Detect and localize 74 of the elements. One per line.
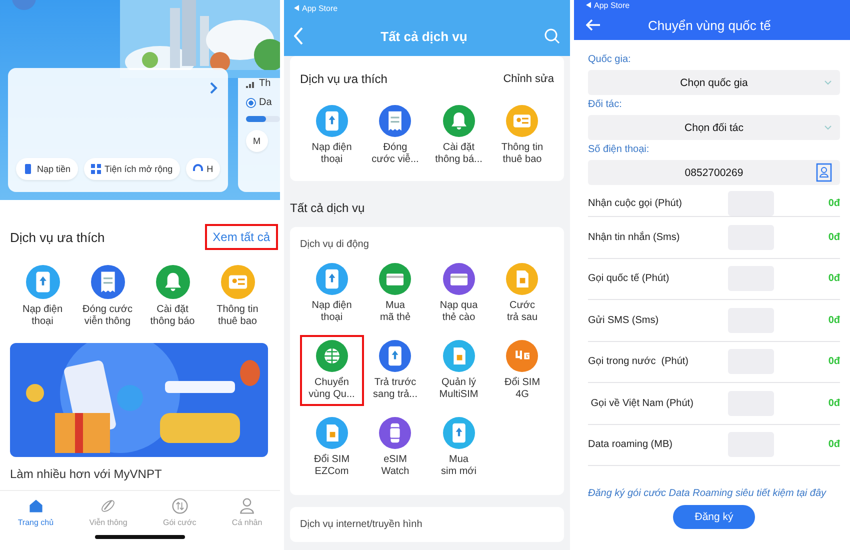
row-label: Gọi quốc tế (Phút): [588, 273, 670, 284]
row-label: Nhận cuộc gọi (Phút): [588, 198, 683, 209]
service-label[interactable]: Thông tin thuê bao: [501, 142, 544, 166]
card-title: Th: [259, 78, 271, 89]
register-button[interactable]: Đăng ký: [673, 505, 755, 529]
price: 0đ: [828, 356, 840, 368]
service-label[interactable]: Mua mã thẻ: [380, 300, 411, 324]
back-triangle-icon: [586, 2, 591, 8]
section-title: Tất cả dịch vụ: [290, 201, 366, 215]
section-title: Làm nhiều hơn với MyVNPT: [10, 467, 163, 481]
quick-action-button[interactable]: Tiện ích mở rộng: [84, 158, 180, 180]
back-arrow-icon[interactable]: [586, 19, 600, 31]
row-label: Data roaming (MB): [588, 439, 674, 450]
quick-action-button[interactable]: H: [186, 158, 220, 180]
service-label[interactable]: Nạp qua thẻ cào: [440, 300, 478, 324]
search-icon[interactable]: [544, 28, 560, 44]
back-triangle-icon: [294, 5, 299, 11]
row-label: Gọi về Việt Nam (Phút): [590, 398, 694, 409]
promo-link[interactable]: Đăng ký gói cước Data Roaming siêu tiết kiệm tại đây: [588, 488, 840, 499]
price: 0đ: [828, 232, 840, 243]
field-label: Số điện thoại:: [588, 144, 650, 155]
see-all-link[interactable]: Xem tất cả: [204, 224, 278, 250]
service-label[interactable]: Cài đặt thông báo: [150, 304, 195, 328]
service-label[interactable]: Nạp điện thoại: [312, 142, 352, 166]
service-label[interactable]: Cước trả sau: [506, 300, 538, 324]
service-label[interactable]: Quản lý MultiSIM: [439, 377, 478, 401]
service-label[interactable]: Nạp điện thoại: [312, 300, 352, 324]
phone-icon: [23, 164, 33, 174]
field-label: Quốc gia:: [588, 54, 632, 65]
card-button[interactable]: M: [246, 130, 268, 152]
price: 0đ: [828, 314, 840, 326]
radio[interactable]: [246, 98, 256, 108]
row-label: Gọi trong nước (Phút): [588, 356, 690, 368]
phone-field[interactable]: 0852700269: [588, 160, 840, 185]
card-title: Dịch vụ internet/truyền hình: [300, 519, 424, 530]
select-field[interactable]: Chọn quốc gia: [588, 70, 840, 95]
contact-icon[interactable]: [816, 163, 832, 182]
screen-title: Tất cả dịch vụ: [380, 28, 468, 44]
service-label[interactable]: Đổi SIM EZCom: [314, 454, 350, 478]
service-label[interactable]: Đổi SIM 4G: [504, 377, 540, 401]
status-back-link[interactable]: App Store: [594, 0, 630, 10]
card-title: Dịch vụ ưa thích: [300, 72, 388, 86]
back-icon[interactable]: [294, 27, 304, 45]
section-title: Dịch vụ ưa thích: [10, 230, 105, 244]
service-label[interactable]: eSIM Watch: [381, 454, 410, 478]
price: 0đ: [828, 198, 840, 209]
option-label: Da: [259, 97, 272, 108]
field-label: Đối tác:: [588, 99, 623, 110]
service-label[interactable]: Đóng cước viễn thông: [82, 304, 132, 328]
quick-action-button[interactable]: Nạp tiền: [16, 158, 78, 180]
row-label: Gửi SMS (Sms): [588, 314, 660, 326]
quantity-field[interactable]: [728, 191, 774, 216]
dropdown-icon: [824, 80, 832, 85]
edit-link[interactable]: Chỉnh sửa: [503, 73, 554, 85]
price: 0đ: [828, 273, 840, 284]
service-label[interactable]: Trả trước sang trả...: [373, 377, 418, 401]
dropdown-icon: [824, 125, 832, 130]
service-label[interactable]: Chuyển vùng Qu...: [308, 377, 355, 401]
service-label[interactable]: Đóng cước viễ...: [372, 142, 419, 166]
price: 0đ: [828, 439, 840, 450]
screen-title: Chuyển vùng quốc tế: [648, 18, 771, 32]
service-label[interactable]: Cài đặt thông bá...: [435, 142, 482, 166]
row-label: Nhận tin nhắn (Sms): [588, 232, 681, 243]
grid-icon: [90, 164, 101, 174]
price: 0đ: [828, 398, 840, 409]
service-label[interactable]: Mua sim mới: [441, 454, 476, 478]
nav-tab[interactable]: Trang chủ: [18, 497, 54, 527]
select-field[interactable]: Chọn đối tác: [588, 115, 840, 140]
signal-icon: [246, 80, 256, 88]
service-label[interactable]: Nạp điện thoại: [22, 304, 63, 328]
chevron-right-icon[interactable]: [210, 82, 218, 94]
service-label[interactable]: Thông tin thuê bao: [216, 304, 258, 328]
headset-icon: [192, 164, 203, 174]
card-title: Dịch vụ di động: [300, 239, 370, 250]
